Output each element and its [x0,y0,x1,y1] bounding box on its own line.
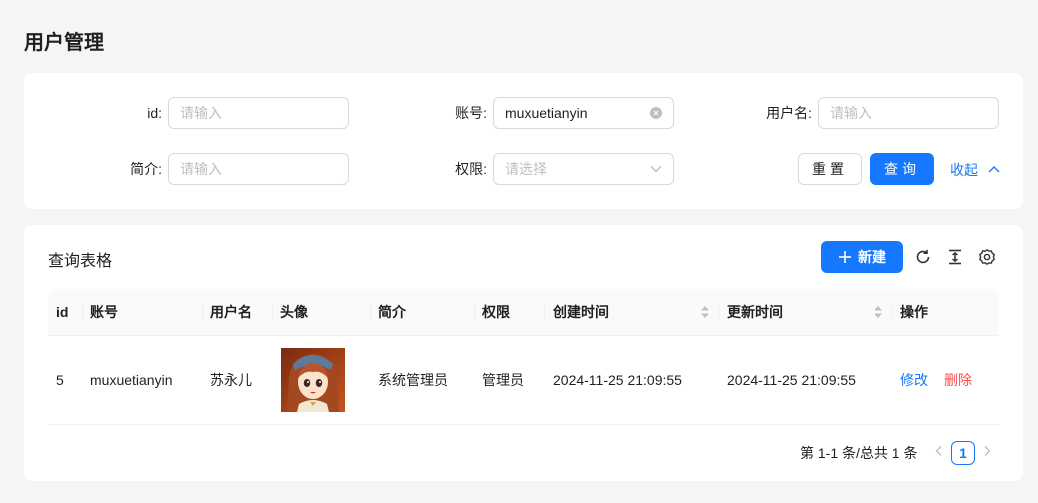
column-separator [891,302,892,322]
delete-link[interactable]: 删除 [944,336,972,424]
role-select-placeholder: 请选择 [505,161,547,177]
pagination-page[interactable]: 1 [951,441,975,465]
collapse-link[interactable]: 收起 [950,160,1000,180]
cell-account: muxuetianyin [90,372,173,388]
query-button[interactable]: 查询 [870,153,934,185]
account-label: 账号: [455,105,487,121]
edit-link[interactable]: 修改 [900,336,928,424]
reload-icon[interactable] [914,248,932,266]
sort-icon[interactable] [873,305,883,319]
clear-icon[interactable]: × [650,107,662,119]
role-select[interactable]: 请选择 [493,153,674,185]
column-profile: 简介 [378,304,406,320]
username-input[interactable] [818,97,999,129]
column-actions: 操作 [900,304,928,320]
column-username: 用户名 [210,304,252,320]
column-separator [370,302,371,322]
chevron-left-icon[interactable] [932,444,946,458]
column-role: 权限 [482,304,510,320]
column-id: id [56,304,69,320]
column-account: 账号 [90,304,118,320]
table-card: 查询表格 新建 id 账号 用户名 头像 简介 权限 创建时间 更新时间 操作 … [24,225,1023,481]
column-avatar: 头像 [280,304,308,320]
cell-id: 5 [56,372,64,388]
chevron-right-icon[interactable] [980,444,994,458]
pagination-total: 第 1-1 条/总共 1 条 [800,445,918,461]
reset-button[interactable]: 重置 [798,153,862,185]
new-button[interactable]: 新建 [821,241,903,273]
column-separator [202,302,203,322]
table-header: id 账号 用户名 头像 简介 权限 创建时间 更新时间 操作 [48,289,999,336]
username-label: 用户名: [766,105,812,121]
column-separator [82,302,83,322]
collapse-label: 收起 [950,162,978,178]
profile-label: 简介: [130,161,162,177]
plus-icon [839,251,851,263]
cell-updated: 2024-11-25 21:09:55 [727,372,856,388]
id-input[interactable] [168,97,349,129]
profile-input[interactable] [168,153,349,185]
cell-role: 管理员 [482,372,524,388]
sort-icon[interactable] [700,305,710,319]
account-input[interactable] [493,97,674,129]
chevron-up-icon [988,166,1000,173]
page-title: 用户管理 [24,32,104,54]
cell-username: 苏永儿 [210,372,252,388]
role-label: 权限: [455,161,487,177]
column-separator [544,302,545,322]
cell-profile: 系统管理员 [378,372,448,388]
search-form: id: 账号: × 用户名: 简介: 权限: 请选择 重置 查询 收起 [24,73,1023,209]
density-icon[interactable] [946,248,964,266]
column-separator [474,302,475,322]
table-title: 查询表格 [48,253,113,270]
table-row: 5 muxuetianyin 苏永儿 系统管理员 管理员 2024-11-25 … [48,336,999,425]
column-separator [272,302,273,322]
new-button-label: 新建 [858,249,886,265]
column-updated[interactable]: 更新时间 [727,289,783,335]
column-separator [718,302,719,322]
id-label: id: [147,105,162,121]
chevron-down-icon [650,166,662,173]
settings-icon[interactable] [978,248,996,266]
avatar[interactable] [281,348,345,412]
cell-created: 2024-11-25 21:09:55 [553,372,682,388]
column-created[interactable]: 创建时间 [553,289,609,335]
